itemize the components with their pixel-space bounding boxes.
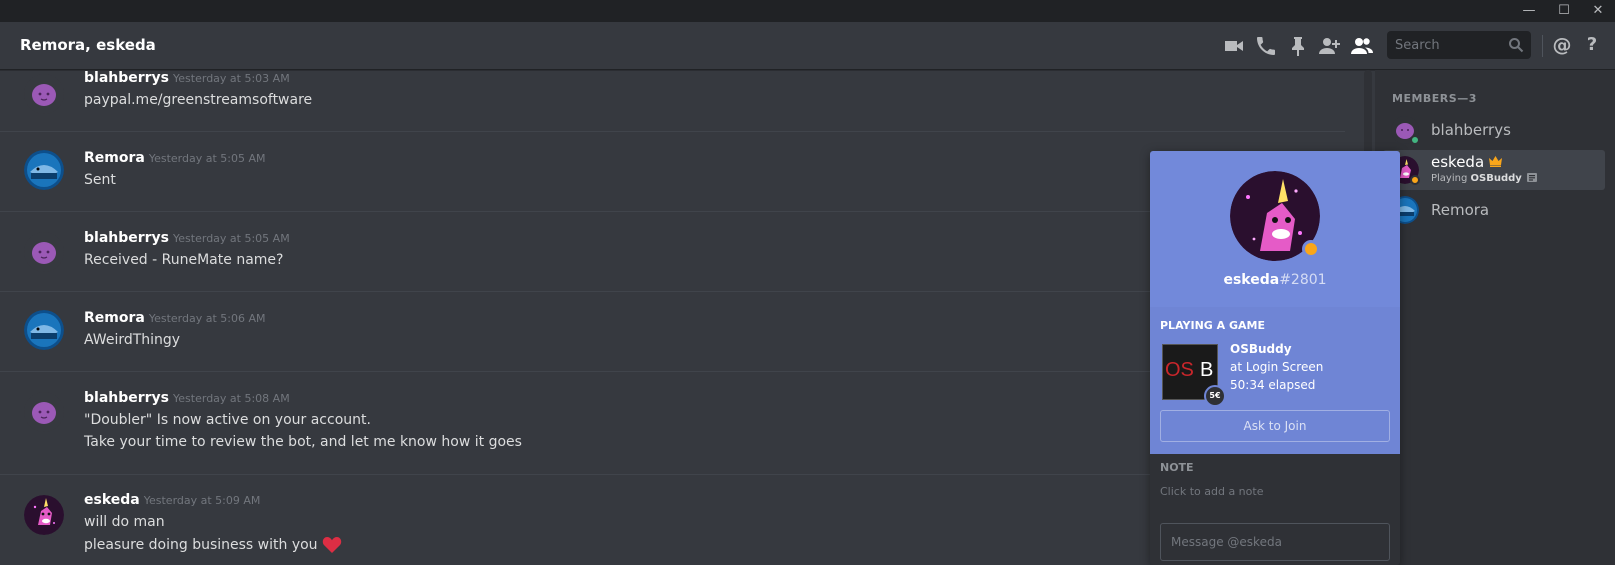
message-group: blahberrys Yesterday at 5:08 AM "Doubler"… (0, 371, 1345, 474)
rich-presence-icon (1526, 173, 1537, 182)
message-text: AWeirdThingy (84, 332, 181, 348)
game-title: OSBuddy (1230, 342, 1292, 356)
game-activity: PLAYING A GAME OS B 5€ OSBuddy at Login S… (1150, 307, 1400, 454)
member-name: blahberrys (1431, 121, 1511, 139)
message-author[interactable]: Remora Yesterday at 5:06 AM (84, 310, 266, 326)
game-elapsed: 50:34 elapsed (1230, 378, 1316, 392)
crown-icon (1489, 156, 1503, 167)
search-box[interactable] (1387, 31, 1531, 59)
avatar[interactable] (24, 74, 64, 114)
note-label: NOTE (1160, 461, 1194, 474)
minimize-button[interactable]: — (1515, 0, 1543, 22)
activity-header: PLAYING A GAME (1160, 319, 1265, 332)
message-author[interactable]: blahberrys Yesterday at 5:05 AM (84, 230, 290, 246)
message-author[interactable]: Remora Yesterday at 5:05 AM (84, 150, 266, 166)
message-timestamp: Yesterday at 5:05 AM (148, 152, 266, 165)
member-item-blahberrys[interactable]: blahberrys (1383, 110, 1605, 150)
video-icon[interactable] (1222, 34, 1246, 58)
help-icon[interactable]: ? (1580, 33, 1604, 57)
message-text: "Doubler" Is now active on your account. (84, 412, 371, 428)
header-divider (1542, 35, 1543, 57)
member-name: eskeda (1431, 153, 1503, 171)
member-item-remora[interactable]: Remora (1383, 190, 1605, 230)
add-member-icon[interactable] (1318, 34, 1342, 58)
channel-header: Remora, eskeda @ ? (0, 22, 1615, 70)
message-timestamp: Yesterday at 5:05 AM (173, 232, 290, 245)
member-list: MEMBERS—3 blahberrys eskeda Playing OSBu… (1375, 70, 1615, 565)
ask-to-join-button[interactable]: Ask to Join (1160, 410, 1390, 442)
online-status-icon (1410, 135, 1420, 145)
message-timestamp: Yesterday at 5:03 AM (173, 72, 290, 85)
message-timestamp: Yesterday at 5:09 AM (143, 494, 261, 507)
maximize-button[interactable]: ☐ (1550, 0, 1578, 22)
message-author[interactable]: eskeda Yesterday at 5:09 AM (84, 492, 260, 508)
game-small-icon: 5€ (1204, 385, 1226, 407)
message-author[interactable]: blahberrys Yesterday at 5:08 AM (84, 390, 290, 406)
window-titlebar: — ☐ ✕ (0, 0, 1615, 22)
popout-username[interactable]: eskeda#2801 (1150, 272, 1400, 288)
message-group: Remora Yesterday at 5:05 AM Sent (0, 131, 1345, 211)
message-timestamp: Yesterday at 5:08 AM (173, 392, 290, 405)
message-text: will do man (84, 514, 165, 530)
note-field[interactable]: Click to add a note (1160, 485, 1263, 498)
avatar[interactable] (24, 232, 64, 272)
member-activity: Playing OSBuddy (1431, 173, 1537, 184)
members-header: MEMBERS—3 (1392, 92, 1477, 105)
message-group: eskeda Yesterday at 5:09 AM will do man p… (0, 474, 1345, 565)
message-text: pleasure doing business with you (84, 536, 342, 554)
message-group: blahberrys Yesterday at 5:05 AM Received … (0, 211, 1345, 291)
members-icon[interactable] (1350, 34, 1374, 58)
avatar[interactable] (24, 392, 64, 432)
message-text: Take your time to review the bot, and le… (84, 434, 522, 450)
close-window-button[interactable]: ✕ (1584, 0, 1612, 22)
avatar[interactable] (24, 150, 64, 190)
mention-icon[interactable]: @ (1550, 33, 1574, 57)
channel-title: Remora, eskeda (20, 36, 156, 54)
idle-status-icon (1410, 175, 1420, 185)
message-timestamp: Yesterday at 5:06 AM (148, 312, 266, 325)
phone-icon[interactable] (1254, 34, 1278, 58)
popout-header: eskeda#2801 (1150, 151, 1400, 307)
message-text: Sent (84, 172, 116, 188)
direct-message-input[interactable] (1160, 523, 1390, 561)
user-popout: eskeda#2801 PLAYING A GAME OS B 5€ OSBudd… (1150, 151, 1400, 565)
search-input[interactable] (1387, 31, 1505, 59)
heart-emoji-icon (322, 537, 341, 553)
message-author[interactable]: blahberrys Yesterday at 5:03 AM (84, 70, 290, 86)
member-item-eskeda[interactable]: eskeda Playing OSBuddy (1383, 150, 1605, 190)
message-text: Received - RuneMate name? (84, 252, 284, 268)
pin-icon[interactable] (1286, 34, 1310, 58)
search-icon (1509, 38, 1524, 53)
avatar[interactable] (24, 310, 64, 350)
idle-status-icon (1302, 240, 1320, 258)
avatar[interactable] (24, 495, 64, 535)
game-state: at Login Screen (1230, 360, 1324, 374)
member-name: Remora (1431, 201, 1490, 219)
message-group: blahberrys Yesterday at 5:03 AM paypal.me… (0, 70, 1345, 130)
message-group: Remora Yesterday at 5:06 AM AWeirdThingy (0, 291, 1345, 371)
message-text: paypal.me/greenstreamsoftware (84, 92, 313, 108)
